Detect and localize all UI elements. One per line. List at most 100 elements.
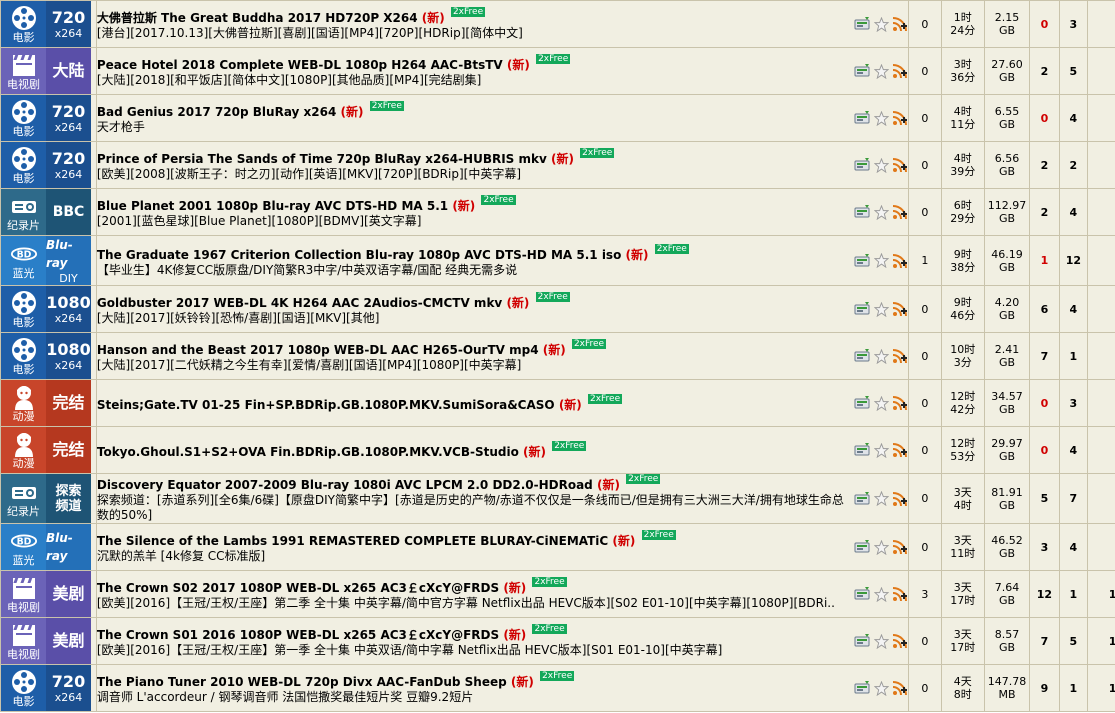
leechers-count[interactable]: 4: [1058, 188, 1089, 236]
category-cell[interactable]: 电影 720 x264: [0, 94, 97, 142]
bookmark-star-icon[interactable]: [873, 586, 889, 602]
rss-add-icon[interactable]: [892, 157, 908, 173]
leechers-count[interactable]: 7: [1058, 473, 1089, 524]
download-icon[interactable]: [854, 110, 870, 126]
rss-add-icon[interactable]: [892, 680, 908, 696]
download-icon[interactable]: [854, 442, 870, 458]
bookmark-star-icon[interactable]: [873, 491, 889, 507]
leechers-count[interactable]: 2: [1058, 141, 1089, 189]
torrent-title-link[interactable]: 大佛普拉斯 The Great Buddha 2017 HD720P X264 …: [97, 7, 486, 25]
download-icon[interactable]: [854, 301, 870, 317]
completed-count[interactable]: 1: [1087, 188, 1115, 236]
seeders-count[interactable]: 0: [1029, 426, 1060, 474]
torrent-title-link[interactable]: The Crown S01 2016 1080P WEB-DL x265 AC3…: [97, 624, 567, 642]
category-badge[interactable]: 电视剧 大陆: [1, 48, 91, 94]
completed-count[interactable]: 0: [1087, 523, 1115, 571]
seeders-count[interactable]: 12: [1029, 570, 1060, 618]
leechers-count[interactable]: 3: [1058, 379, 1089, 427]
seeders-count[interactable]: 7: [1029, 617, 1060, 665]
leechers-count[interactable]: 1: [1058, 664, 1089, 712]
torrent-title-link[interactable]: The Crown S02 2017 1080P WEB-DL x265 AC3…: [97, 577, 567, 595]
category-cell[interactable]: 电视剧 美剧: [0, 617, 97, 665]
download-icon[interactable]: [854, 539, 870, 555]
completed-count[interactable]: 16: [1087, 664, 1115, 712]
comments-count[interactable]: 0: [908, 141, 942, 189]
leechers-count[interactable]: 12: [1058, 235, 1089, 286]
leechers-count[interactable]: 5: [1058, 617, 1089, 665]
bookmark-star-icon[interactable]: [873, 157, 889, 173]
download-icon[interactable]: [854, 63, 870, 79]
completed-count[interactable]: 0: [1087, 47, 1115, 95]
torrent-title-link[interactable]: Discovery Equator 2007-2009 Blu-ray 1080…: [97, 474, 661, 492]
leechers-count[interactable]: 1: [1058, 570, 1089, 618]
category-badge[interactable]: BD 蓝光 Blu-ray DIY: [1, 236, 91, 285]
torrent-title-link[interactable]: Prince of Persia The Sands of Time 720p …: [97, 148, 615, 166]
comments-count[interactable]: 0: [908, 47, 942, 95]
bookmark-star-icon[interactable]: [873, 301, 889, 317]
completed-count[interactable]: 0: [1087, 379, 1115, 427]
torrent-title-link[interactable]: Peace Hotel 2018 Complete WEB-DL 1080p H…: [97, 54, 571, 72]
comments-count[interactable]: 0: [908, 0, 942, 48]
category-badge[interactable]: 动漫 完结: [1, 380, 91, 426]
category-cell[interactable]: 电影 1080 x264: [0, 285, 97, 333]
leechers-count[interactable]: 4: [1058, 94, 1089, 142]
category-badge[interactable]: 纪录片 探索 频道: [1, 474, 91, 523]
comments-count[interactable]: 0: [908, 473, 942, 524]
comments-count[interactable]: 0: [908, 379, 942, 427]
category-cell[interactable]: 动漫 完结: [0, 426, 97, 474]
completed-count[interactable]: 0: [1087, 426, 1115, 474]
category-cell[interactable]: 纪录片 BBC: [0, 188, 97, 236]
category-cell[interactable]: 动漫 完结: [0, 379, 97, 427]
bookmark-star-icon[interactable]: [873, 680, 889, 696]
category-badge[interactable]: 电视剧 美剧: [1, 571, 91, 617]
leechers-count[interactable]: 1: [1058, 332, 1089, 380]
comments-count[interactable]: 0: [908, 664, 942, 712]
category-cell[interactable]: BD 蓝光 Blu-ray: [0, 523, 97, 571]
rss-add-icon[interactable]: [892, 633, 908, 649]
download-icon[interactable]: [854, 395, 870, 411]
bookmark-star-icon[interactable]: [873, 442, 889, 458]
category-badge[interactable]: 电影 1080 x264: [1, 286, 91, 332]
comments-count[interactable]: 3: [908, 570, 942, 618]
seeders-count[interactable]: 5: [1029, 473, 1060, 524]
rss-add-icon[interactable]: [892, 16, 908, 32]
seeders-count[interactable]: 2: [1029, 188, 1060, 236]
category-cell[interactable]: 电影 720 x264: [0, 0, 97, 48]
seeders-count[interactable]: 6: [1029, 285, 1060, 333]
completed-count[interactable]: 0: [1087, 235, 1115, 286]
category-badge[interactable]: 动漫 完结: [1, 427, 91, 473]
torrent-title-link[interactable]: The Piano Tuner 2010 WEB-DL 720p Divx AA…: [97, 671, 575, 689]
download-icon[interactable]: [854, 680, 870, 696]
rss-add-icon[interactable]: [892, 395, 908, 411]
leechers-count[interactable]: 4: [1058, 426, 1089, 474]
download-icon[interactable]: [854, 348, 870, 364]
category-cell[interactable]: 电视剧 大陆: [0, 47, 97, 95]
torrent-title-link[interactable]: Steins;Gate.TV 01-25 Fin+SP.BDRip.GB.108…: [97, 393, 623, 412]
category-cell[interactable]: 电视剧 美剧: [0, 570, 97, 618]
category-badge[interactable]: 电影 1080 x264: [1, 333, 91, 379]
torrent-title-link[interactable]: Goldbuster 2017 WEB-DL 4K H264 AAC 2Audi…: [97, 292, 570, 310]
download-icon[interactable]: [854, 253, 870, 269]
torrent-title-link[interactable]: The Graduate 1967 Criterion Collection B…: [97, 243, 689, 262]
download-icon[interactable]: [854, 16, 870, 32]
seeders-count[interactable]: 0: [1029, 94, 1060, 142]
seeders-count[interactable]: 3: [1029, 523, 1060, 571]
bookmark-star-icon[interactable]: [873, 253, 889, 269]
seeders-count[interactable]: 1: [1029, 235, 1060, 286]
category-badge[interactable]: 电影 720 x264: [1, 95, 91, 141]
torrent-title-link[interactable]: Hanson and the Beast 2017 1080p WEB-DL A…: [97, 339, 607, 357]
completed-count[interactable]: 1: [1087, 141, 1115, 189]
category-cell[interactable]: 纪录片 探索 频道: [0, 473, 97, 524]
completed-count[interactable]: 6: [1087, 473, 1115, 524]
comments-count[interactable]: 0: [908, 523, 942, 571]
leechers-count[interactable]: 3: [1058, 0, 1089, 48]
comments-count[interactable]: 0: [908, 285, 942, 333]
comments-count[interactable]: 0: [908, 94, 942, 142]
bookmark-star-icon[interactable]: [873, 204, 889, 220]
comments-count[interactable]: 0: [908, 188, 942, 236]
category-cell[interactable]: BD 蓝光 Blu-ray DIY: [0, 235, 97, 286]
leechers-count[interactable]: 4: [1058, 285, 1089, 333]
rss-add-icon[interactable]: [892, 539, 908, 555]
bookmark-star-icon[interactable]: [873, 539, 889, 555]
torrent-title-link[interactable]: Tokyo.Ghoul.S1+S2+OVA Fin.BDRip.GB.1080P…: [97, 440, 587, 459]
